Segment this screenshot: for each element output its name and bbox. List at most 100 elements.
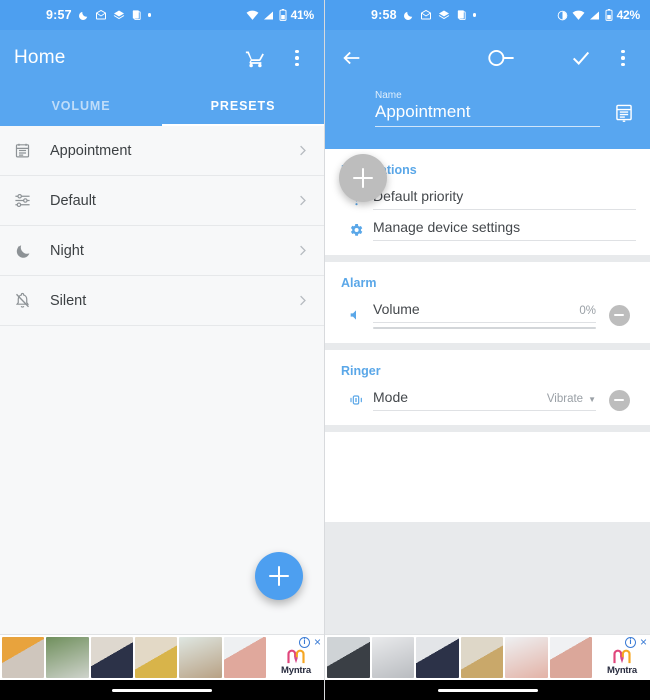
back-arrow-icon[interactable] — [339, 45, 365, 71]
section-title: Ringer — [341, 364, 381, 379]
name-field-wrap: Name Appointment — [325, 86, 650, 127]
overflow-menu-icon[interactable] — [284, 45, 310, 71]
add-preset-fab[interactable] — [255, 552, 303, 600]
app-bar-row: Home — [0, 30, 324, 86]
chevron-right-icon — [295, 193, 310, 208]
tab-bar: VOLUME PRESETS — [0, 86, 324, 126]
name-field-label: Name — [375, 90, 402, 101]
cart-icon[interactable] — [242, 45, 268, 71]
list-item-night[interactable]: Night — [0, 226, 324, 276]
chevron-right-icon — [295, 293, 310, 308]
ad-thumb[interactable] — [549, 637, 592, 678]
calendar-icon — [14, 142, 50, 159]
detail-app-bar — [325, 30, 650, 86]
moon-icon — [14, 242, 50, 260]
ad-banner-right[interactable]: i × Myntra — [325, 634, 650, 680]
section-ringer: Ringer Mode Vibrate ▼ — [325, 350, 650, 426]
dot-icon — [472, 13, 477, 17]
remove-row-button[interactable] — [602, 304, 636, 326]
row-content: Default priority — [373, 188, 636, 210]
list-item-label: Night — [50, 242, 84, 259]
battery-percent: 42% — [616, 8, 641, 22]
name-input[interactable]: Name Appointment — [375, 90, 600, 127]
ad-thumb[interactable] — [327, 637, 370, 678]
remove-row-button[interactable] — [602, 389, 636, 411]
list-item-default[interactable]: Default — [0, 176, 324, 226]
row-manage-device-settings[interactable]: Manage device settings — [325, 210, 650, 241]
ad-thumb[interactable] — [179, 637, 222, 678]
ad-thumb[interactable] — [416, 637, 459, 678]
ad-thumb[interactable] — [223, 637, 266, 678]
row-label: Volume — [373, 301, 420, 317]
detail-header: Name Appointment — [325, 30, 650, 202]
row-ringer-mode[interactable]: Mode Vibrate ▼ — [325, 380, 650, 412]
ad-brand[interactable]: i × Myntra — [268, 635, 324, 680]
vibrate-icon — [339, 392, 373, 408]
myntra-logo-icon — [287, 649, 305, 663]
name-field-underline — [375, 126, 600, 127]
overflow-menu-icon[interactable] — [610, 45, 636, 71]
ad-banner-left[interactable]: i × Myntra — [0, 634, 324, 680]
status-bar-right-group: 41% — [246, 8, 314, 22]
ad-brand[interactable]: i × Myntra — [594, 635, 650, 680]
ad-thumb[interactable] — [134, 637, 178, 678]
home-pill[interactable] — [112, 688, 212, 692]
copy-icon — [456, 9, 467, 21]
ad-thumb[interactable] — [460, 637, 503, 678]
row-label: Manage device settings — [373, 219, 521, 235]
minus-icon — [608, 389, 630, 411]
name-field-value: Appointment — [375, 102, 471, 121]
row-label: Default priority — [373, 188, 464, 204]
ad-thumb[interactable] — [505, 637, 548, 678]
chevron-down-icon[interactable]: ▼ — [588, 395, 596, 404]
tab-presets[interactable]: PRESETS — [162, 86, 324, 126]
name-row: Name Appointment — [375, 90, 634, 127]
list-item-label: Default — [50, 192, 96, 209]
row-label: Mode — [373, 389, 409, 406]
detail-body: Notifications Default priority — [325, 149, 650, 634]
signal-icon — [263, 10, 275, 21]
ad-thumbnails[interactable] — [0, 635, 268, 680]
chevron-right-icon — [295, 143, 310, 158]
app-bar-left: Home VOLUME PRESETS — [0, 30, 324, 126]
close-icon[interactable]: × — [640, 636, 647, 648]
row-alarm-volume[interactable]: Volume 0% — [325, 292, 650, 330]
wifi-icon — [572, 10, 585, 21]
status-bar-left-group: 9:57 — [46, 8, 152, 22]
ad-thumbnails[interactable] — [325, 635, 594, 680]
tab-volume[interactable]: VOLUME — [0, 86, 162, 126]
home-pill[interactable] — [437, 688, 538, 692]
list-item-silent[interactable]: Silent — [0, 276, 324, 326]
row-content: Volume 0% — [373, 301, 596, 330]
ad-thumb[interactable] — [90, 637, 133, 678]
ad-thumb[interactable] — [371, 637, 414, 678]
row-line: Manage device settings — [373, 219, 636, 240]
bell-off-icon — [14, 292, 50, 309]
ad-thumb[interactable] — [2, 637, 45, 678]
info-icon[interactable]: i — [298, 636, 310, 648]
toggle-switch-icon[interactable] — [485, 45, 519, 71]
status-bar-right-group: 42% — [557, 8, 640, 22]
close-icon[interactable]: × — [314, 636, 321, 648]
row-line: Volume 0% — [373, 301, 596, 322]
volume-slider[interactable] — [373, 327, 596, 330]
row-underline — [373, 410, 596, 412]
layers-icon — [113, 9, 125, 21]
dual-screenshot: 9:57 41% Home VOLUME PRESETS Appointment… — [0, 0, 650, 700]
layers-icon — [438, 9, 450, 21]
mail-icon — [95, 9, 107, 21]
ad-brand-name: Myntra — [281, 664, 311, 676]
section-empty — [325, 432, 650, 523]
calendar-icon[interactable] — [614, 102, 634, 123]
check-icon[interactable] — [568, 45, 594, 71]
ad-thumb[interactable] — [46, 637, 89, 678]
row-underline — [373, 209, 636, 210]
section-title: Alarm — [341, 276, 377, 290]
row-underline — [373, 322, 596, 323]
add-item-fab[interactable] — [339, 154, 387, 202]
list-item-appointment[interactable]: Appointment — [0, 126, 324, 176]
list-item-label: Silent — [50, 292, 87, 309]
minus-icon — [608, 304, 630, 326]
detail-actions — [568, 45, 636, 71]
info-icon[interactable]: i — [624, 636, 636, 648]
